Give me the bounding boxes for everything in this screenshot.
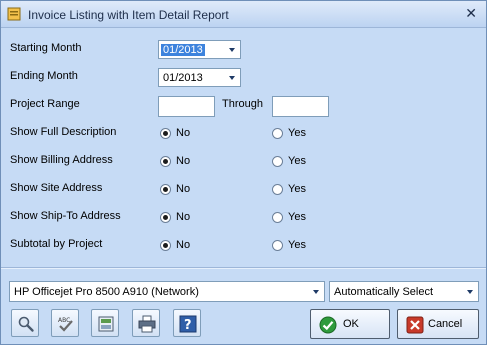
- spellcheck-button[interactable]: ABC: [51, 309, 79, 337]
- printer-select[interactable]: HP Officejet Pro 8500 A910 (Network): [9, 281, 325, 302]
- cancel-button[interactable]: Cancel: [397, 309, 479, 339]
- chevron-down-icon[interactable]: [467, 290, 473, 294]
- app-icon: [7, 7, 21, 21]
- ending-month-label: Ending Month: [10, 70, 78, 82]
- radio-label-no: No: [176, 183, 191, 195]
- check-icon: [319, 316, 337, 334]
- radio-label-no: No: [176, 239, 191, 251]
- starting-month-label: Starting Month: [10, 42, 82, 54]
- title-bar: Invoice Listing with Item Detail Report …: [1, 1, 486, 28]
- cancel-x-icon: [406, 316, 424, 334]
- ok-button[interactable]: OK: [310, 309, 390, 339]
- printer-name: HP Officejet Pro 8500 A910 (Network): [14, 286, 199, 298]
- report-dialog: Invoice Listing with Item Detail Report …: [0, 0, 487, 345]
- radio-label-yes: Yes: [288, 183, 306, 195]
- option-label-ship-to-address: Show Ship-To Address: [10, 210, 121, 222]
- radio-full-description-no[interactable]: [160, 128, 171, 139]
- help-button[interactable]: ?: [173, 309, 201, 337]
- cancel-label: Cancel: [428, 318, 463, 330]
- paper-tray-value: Automatically Select: [334, 286, 434, 298]
- radio-subtotal-by-project-yes[interactable]: [272, 240, 283, 251]
- radio-label-yes: Yes: [288, 211, 306, 223]
- radio-label-yes: Yes: [288, 127, 306, 139]
- preview-magnifier-icon: [18, 316, 34, 332]
- radio-site-address-no[interactable]: [160, 184, 171, 195]
- project-range-label: Project Range: [10, 98, 80, 110]
- radio-label-yes: Yes: [288, 239, 306, 251]
- spellcheck-icon: ABC: [58, 317, 73, 332]
- chevron-down-icon[interactable]: [229, 76, 235, 80]
- print-icon: [138, 315, 156, 333]
- ending-month-select[interactable]: 01/2013: [158, 68, 241, 87]
- chevron-down-icon[interactable]: [313, 290, 319, 294]
- svg-text:?: ?: [184, 318, 192, 333]
- through-label: Through: [222, 98, 263, 110]
- option-label-subtotal-by-project: Subtotal by Project: [10, 238, 103, 250]
- export-icon: [98, 316, 114, 332]
- option-label-site-address: Show Site Address: [10, 182, 103, 194]
- radio-site-address-yes[interactable]: [272, 184, 283, 195]
- divider-highlight: [1, 268, 486, 269]
- project-range-from-input[interactable]: [158, 96, 215, 117]
- radio-label-no: No: [176, 211, 191, 223]
- window-title: Invoice Listing with Item Detail Report: [28, 8, 229, 22]
- starting-month-select[interactable]: 01/2013: [158, 40, 241, 59]
- radio-full-description-yes[interactable]: [272, 128, 283, 139]
- ending-month-value: 01/2013: [163, 72, 203, 84]
- radio-label-no: No: [176, 155, 191, 167]
- option-label-billing-address: Show Billing Address: [10, 154, 113, 166]
- print-button[interactable]: [132, 309, 160, 337]
- svg-text:ABC: ABC: [58, 317, 70, 324]
- chevron-down-icon[interactable]: [229, 48, 235, 52]
- radio-subtotal-by-project-no[interactable]: [160, 240, 171, 251]
- project-range-to-input[interactable]: [272, 96, 329, 117]
- help-icon: ?: [179, 315, 197, 333]
- paper-tray-select[interactable]: Automatically Select: [329, 281, 479, 302]
- radio-label-no: No: [176, 127, 191, 139]
- radio-ship-to-address-no[interactable]: [160, 212, 171, 223]
- preview-button[interactable]: [11, 309, 39, 337]
- option-label-full-description: Show Full Description: [10, 126, 117, 138]
- export-button[interactable]: [91, 309, 119, 337]
- close-icon[interactable]: ✕: [465, 5, 477, 22]
- radio-billing-address-no[interactable]: [160, 156, 171, 167]
- radio-label-yes: Yes: [288, 155, 306, 167]
- radio-ship-to-address-yes[interactable]: [272, 212, 283, 223]
- ok-label: OK: [343, 318, 359, 330]
- starting-month-value: 01/2013: [161, 44, 205, 56]
- radio-billing-address-yes[interactable]: [272, 156, 283, 167]
